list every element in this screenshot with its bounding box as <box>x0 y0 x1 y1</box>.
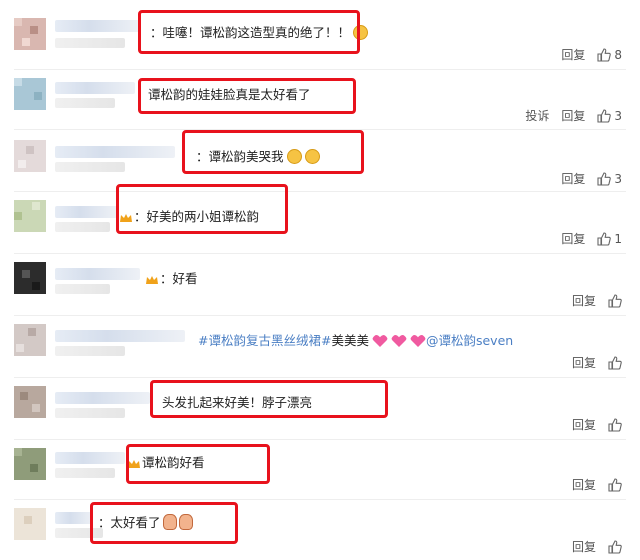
comment-actions: 投诉 回复 3 <box>525 107 622 124</box>
highlight-box <box>138 78 356 114</box>
comment-row: ：哇噻！谭松韵这造型真的绝了！！ 回复 8 <box>0 0 640 70</box>
highlight-box <box>116 184 288 234</box>
username-blurred <box>55 206 117 218</box>
comment-actions: 回复 1 <box>561 230 622 247</box>
username-blurred <box>55 38 125 48</box>
username-blurred <box>55 512 93 524</box>
avatar[interactable] <box>14 324 46 356</box>
username-blurred <box>55 20 140 32</box>
thumb-up-icon <box>597 47 612 62</box>
thumb-up-icon <box>608 417 622 432</box>
crown-icon <box>146 273 160 285</box>
like-count: 3 <box>614 108 622 123</box>
comment-actions: 回复 <box>572 292 622 309</box>
avatar[interactable] <box>14 78 46 110</box>
report-button[interactable]: 投诉 <box>525 107 549 124</box>
avatar[interactable] <box>14 200 46 232</box>
reply-button[interactable]: 回复 <box>572 416 596 433</box>
comment-row: ：好看 回复 <box>0 254 640 316</box>
heart-icon <box>391 335 407 347</box>
like-button[interactable] <box>608 293 622 308</box>
comment-text: #谭松韵复古黑丝绒裙#美美美 @谭松韵seven <box>198 333 514 348</box>
reply-button[interactable]: 回复 <box>572 476 596 493</box>
highlight-box <box>150 380 388 418</box>
thumb-up-icon <box>597 231 612 246</box>
username-blurred <box>55 346 125 356</box>
reply-button[interactable]: 回复 <box>572 354 596 371</box>
username-blurred <box>55 222 110 232</box>
reply-button[interactable]: 回复 <box>561 170 585 187</box>
username-blurred <box>55 82 135 94</box>
thumb-up-icon <box>597 171 612 186</box>
username-blurred <box>55 162 125 172</box>
avatar[interactable] <box>14 386 46 418</box>
username-blurred <box>55 468 115 478</box>
like-button[interactable]: 3 <box>597 109 622 123</box>
like-button[interactable]: 8 <box>597 48 622 62</box>
heart-icon <box>410 335 426 347</box>
comment-row: ：谭松韵美哭我 回复 3 <box>0 130 640 192</box>
highlight-box <box>90 502 238 544</box>
highlight-box <box>126 444 270 484</box>
avatar[interactable] <box>14 18 46 50</box>
like-button[interactable] <box>608 355 622 370</box>
avatar[interactable] <box>14 140 46 172</box>
reply-button[interactable]: 回复 <box>572 292 596 309</box>
reply-button[interactable]: 回复 <box>561 46 585 63</box>
username-blurred <box>55 98 115 108</box>
highlight-box <box>182 130 364 174</box>
like-button[interactable] <box>608 539 622 554</box>
reply-button[interactable]: 回复 <box>572 538 596 555</box>
username-blurred <box>55 408 125 418</box>
hashtag-link[interactable]: #谭松韵复古黑丝绒裙# <box>198 333 331 348</box>
avatar[interactable] <box>14 448 46 480</box>
like-count: 1 <box>614 231 622 246</box>
reply-button[interactable]: 回复 <box>561 107 585 124</box>
comment-actions: 回复 3 <box>561 170 622 187</box>
username-blurred <box>55 452 125 464</box>
highlight-box <box>138 10 360 54</box>
comment-actions: 回复 <box>572 354 622 371</box>
username-blurred <box>55 146 175 158</box>
comment-row: ：好美的两小姐谭松韵 回复 1 <box>0 184 640 254</box>
comment-actions: 回复 <box>572 476 622 493</box>
username-blurred <box>55 392 150 404</box>
comment-row: ：太好看了 回复 <box>0 500 640 560</box>
comment-text: ：好看 <box>146 268 198 287</box>
comment-actions: 回复 <box>572 416 622 433</box>
heart-icon <box>372 335 388 347</box>
like-button[interactable]: 1 <box>597 232 622 246</box>
comment-row: 谭松韵的娃娃脸真是太好看了 投诉 回复 3 <box>0 70 640 130</box>
username-blurred <box>55 268 140 280</box>
like-button[interactable] <box>608 477 622 492</box>
username-blurred <box>55 330 185 342</box>
thumb-up-icon <box>608 355 622 370</box>
thumb-up-icon <box>608 477 622 492</box>
thumb-up-icon <box>597 108 612 123</box>
thumb-up-icon <box>608 539 622 554</box>
comment-row: 谭松韵好看 回复 <box>0 440 640 500</box>
comment-actions: 回复 8 <box>561 46 622 63</box>
mention-link[interactable]: @谭松韵seven <box>426 333 513 348</box>
thumb-up-icon <box>608 293 622 308</box>
like-button[interactable] <box>608 417 622 432</box>
like-count: 8 <box>614 47 622 62</box>
comment-row: 头发扎起来好美！脖子漂亮 回复 <box>0 378 640 440</box>
avatar[interactable] <box>14 262 46 294</box>
avatar[interactable] <box>14 508 46 540</box>
like-button[interactable]: 3 <box>597 172 622 186</box>
comment-actions: 回复 <box>572 538 622 555</box>
reply-button[interactable]: 回复 <box>561 230 585 247</box>
username-blurred <box>55 284 110 294</box>
comment-row: #谭松韵复古黑丝绒裙#美美美 @谭松韵seven 回复 <box>0 316 640 378</box>
like-count: 3 <box>614 171 622 186</box>
